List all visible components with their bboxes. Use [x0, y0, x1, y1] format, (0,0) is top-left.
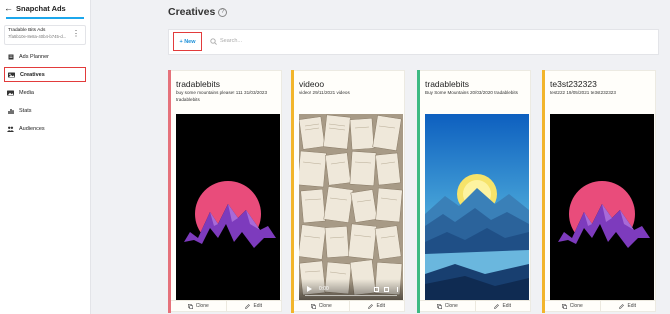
sidebar-nav: Ads Planner Creatives Media Stats Audien…	[0, 49, 90, 136]
sidebar-item-label: Audiences	[19, 125, 45, 132]
bar-chart-icon	[7, 108, 14, 114]
card-description: buy some mountains please! 111 31/03/202…	[176, 90, 268, 102]
back-arrow-icon[interactable]: ←	[4, 3, 16, 13]
sidebar-item-label: Stats	[19, 107, 32, 114]
page-title: Creatives ?	[168, 6, 228, 18]
new-creative-button[interactable]: + New	[173, 32, 202, 51]
sidebar: ← Snapchat Ads Tradable Bits Ads 7fa5b10…	[0, 0, 91, 314]
clone-icon	[187, 303, 193, 309]
edit-label: Edit	[376, 303, 386, 309]
card-description: video! 29/11/2021 videos	[299, 90, 350, 95]
card-status-stripe	[291, 70, 294, 313]
video-time: 0:00	[319, 286, 329, 292]
creative-card[interactable]: tradablebits buy some mountains please! …	[168, 70, 282, 313]
sidebar-item-label: Media	[19, 89, 34, 96]
pencil-icon	[494, 303, 500, 309]
clone-button[interactable]: Clone	[420, 301, 475, 311]
people-icon	[7, 126, 14, 132]
edit-label: Edit	[502, 303, 512, 309]
card-actions: Clone Edit	[545, 300, 655, 311]
clone-button[interactable]: Clone	[294, 301, 349, 311]
clone-icon	[561, 303, 567, 309]
video-progress-bar[interactable]	[305, 295, 397, 296]
card-title: tradablebits	[176, 79, 220, 89]
image-icon	[7, 90, 14, 96]
edit-button[interactable]: Edit	[225, 301, 282, 311]
palette-icon	[8, 72, 15, 78]
account-selector[interactable]: Tradable Bits Ads 7fa5b10e-8e8a-40b4-b74…	[4, 25, 86, 45]
card-status-stripe	[417, 70, 420, 313]
more-vertical-icon[interactable]: ⋮	[72, 30, 80, 38]
edit-label: Edit	[627, 303, 637, 309]
pencil-icon	[368, 303, 374, 309]
card-status-stripe	[542, 70, 545, 313]
card-description: Buy Some Mountains 20/03/2020 tradablebi…	[425, 90, 518, 95]
creative-card[interactable]: videoo video! 29/11/2021 videos 0:00 Clo…	[291, 70, 405, 313]
clone-button[interactable]: Clone	[545, 301, 600, 311]
card-actions: Clone Edit	[294, 300, 404, 311]
page-title-text: Creatives	[168, 6, 216, 18]
edit-button[interactable]: Edit	[348, 301, 405, 311]
clone-button[interactable]: Clone	[171, 301, 226, 311]
play-icon[interactable]	[307, 286, 312, 292]
search-input[interactable]: Search...	[220, 38, 242, 44]
mountain-sunset-image	[176, 114, 280, 301]
clone-icon	[310, 303, 316, 309]
clone-icon	[436, 303, 442, 309]
card-title: te3st232323	[550, 79, 597, 89]
card-actions: Clone Edit	[420, 300, 530, 311]
pencil-icon	[619, 303, 625, 309]
fullscreen-icon[interactable]	[384, 287, 389, 292]
blue-mountain-lake-image	[425, 114, 529, 301]
clone-label: Clone	[195, 303, 209, 309]
header-underline	[6, 17, 84, 19]
sidebar-item-stats[interactable]: Stats	[4, 103, 86, 118]
help-icon[interactable]: ?	[218, 7, 228, 17]
sidebar-item-ads-planner[interactable]: Ads Planner	[4, 49, 86, 64]
card-actions: Clone Edit	[171, 300, 281, 311]
search-icon	[210, 38, 217, 45]
more-vertical-icon[interactable]	[396, 287, 398, 292]
book-pages-video[interactable]: 0:00	[299, 114, 403, 301]
sidebar-item-label: Ads Planner	[19, 53, 49, 60]
edit-button[interactable]: Edit	[474, 301, 531, 311]
sidebar-item-creatives[interactable]: Creatives	[4, 67, 86, 82]
creative-card[interactable]: te3st232323 test222 19/05/2021 te3st2323…	[542, 70, 656, 313]
edit-label: Edit	[253, 303, 263, 309]
clone-label: Clone	[569, 303, 583, 309]
edit-button[interactable]: Edit	[599, 301, 656, 311]
creatives-toolbar: + New Search...	[168, 29, 659, 55]
sidebar-item-audiences[interactable]: Audiences	[4, 121, 86, 136]
card-title: videoo	[299, 79, 325, 89]
volume-icon[interactable]	[374, 287, 379, 292]
card-description: test222 19/05/2021 te3st232323	[550, 90, 616, 95]
card-title: tradablebits	[425, 79, 469, 89]
account-id: 7fa5b10e-8e8a-40b4-b745-d...	[8, 34, 67, 39]
sidebar-header: ← Snapchat Ads	[0, 1, 90, 15]
card-status-stripe	[168, 70, 171, 313]
document-icon	[7, 54, 14, 60]
pencil-icon	[245, 303, 251, 309]
sidebar-item-media[interactable]: Media	[4, 85, 86, 100]
creative-card[interactable]: tradablebits Buy Some Mountains 20/03/20…	[417, 70, 531, 313]
sidebar-item-label: Creatives	[20, 71, 45, 78]
mountain-sunset-image	[550, 114, 654, 301]
clone-label: Clone	[318, 303, 332, 309]
app-title: Snapchat Ads	[16, 3, 66, 13]
clone-label: Clone	[444, 303, 458, 309]
